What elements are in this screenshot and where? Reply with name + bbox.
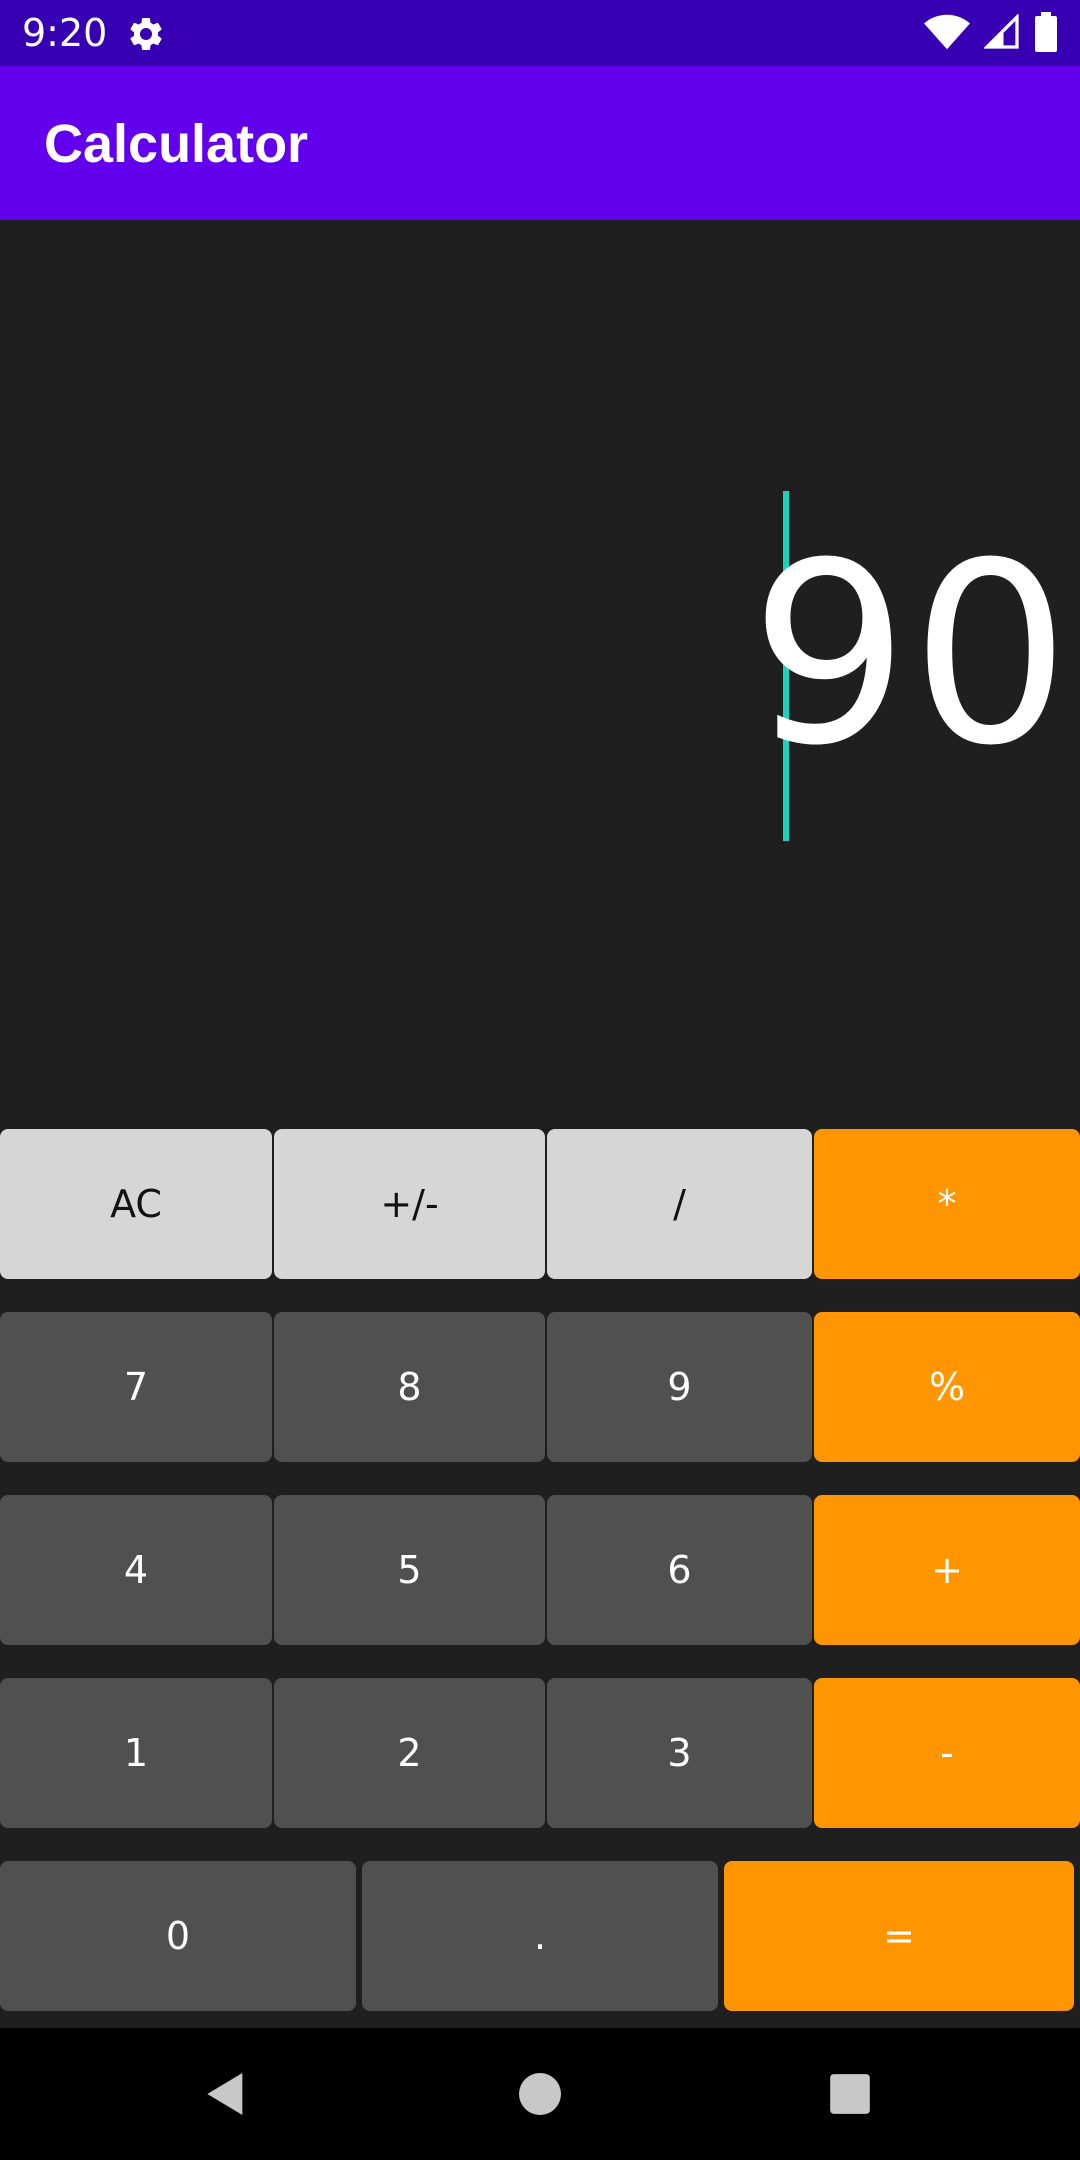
key-divide[interactable]: / [547, 1129, 812, 1279]
key-8[interactable]: 8 [274, 1312, 545, 1462]
key-1[interactable]: 1 [0, 1678, 272, 1828]
key-0[interactable]: 0 [0, 1861, 356, 2011]
key-subtract[interactable]: - [814, 1678, 1080, 1828]
battery-icon [1034, 11, 1058, 57]
navigation-bar [0, 2028, 1080, 2160]
key-5[interactable]: 5 [274, 1495, 545, 1645]
key-3[interactable]: 3 [547, 1678, 812, 1828]
key-percent[interactable]: % [814, 1312, 1080, 1462]
key-9[interactable]: 9 [547, 1312, 812, 1462]
key-add[interactable]: + [814, 1495, 1080, 1645]
key-equals[interactable]: = [724, 1861, 1074, 2011]
calculator-screen: 9:20 Calculator 90 AC +/- / * 7 8 9 % 4 … [0, 0, 1080, 2160]
signal-icon [983, 12, 1020, 55]
key-4[interactable]: 4 [0, 1495, 272, 1645]
key-multiply[interactable]: * [814, 1129, 1080, 1279]
status-bar: 9:20 [0, 0, 1080, 66]
key-clear[interactable]: AC [0, 1129, 272, 1279]
app-bar: Calculator [0, 66, 1080, 220]
wifi-icon [924, 14, 970, 55]
key-toggle-sign[interactable]: +/- [274, 1129, 545, 1279]
key-decimal[interactable]: . [362, 1861, 718, 2011]
display-value[interactable]: 90 [750, 530, 1072, 780]
recents-icon[interactable] [822, 2066, 878, 2122]
app-title: Calculator [44, 114, 309, 174]
status-time: 9:20 [22, 11, 108, 55]
back-icon[interactable] [198, 2066, 254, 2122]
gear-icon [126, 14, 166, 54]
home-icon[interactable] [512, 2066, 568, 2122]
key-6[interactable]: 6 [547, 1495, 812, 1645]
key-7[interactable]: 7 [0, 1312, 272, 1462]
key-2[interactable]: 2 [274, 1678, 545, 1828]
status-icons [924, 11, 1058, 57]
calculator-display[interactable]: 90 [0, 220, 1080, 1130]
